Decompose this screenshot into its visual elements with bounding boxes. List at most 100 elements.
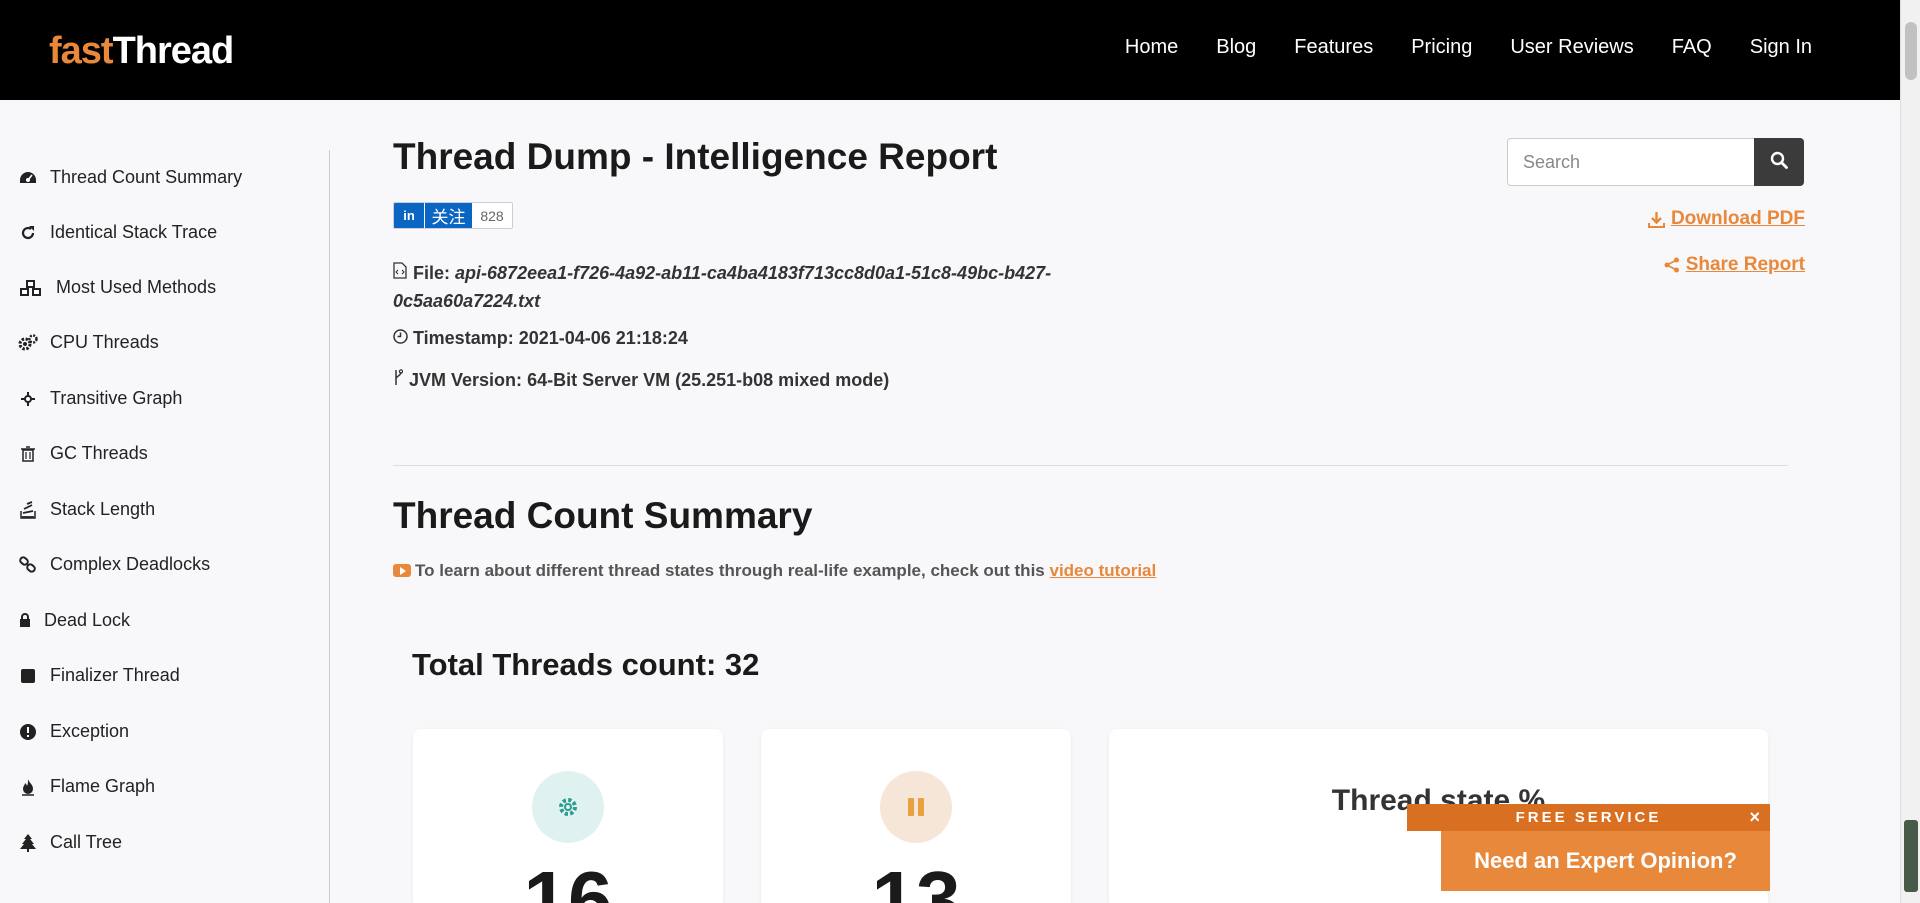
logo[interactable]: fastThread: [49, 30, 235, 73]
sidebar-item-call-tree[interactable]: Call Tree: [18, 832, 122, 853]
link-icon: [18, 555, 38, 575]
sidebar-item-cpu-threads[interactable]: CPU Threads: [18, 332, 159, 353]
code-fork-icon: [393, 369, 405, 391]
search-icon: [1770, 151, 1788, 174]
crosshair-icon: [18, 389, 38, 409]
fire-icon: [18, 777, 38, 797]
tutorial-text: To learn about different thread states t…: [415, 561, 1045, 580]
sidebar-item-label: Complex Deadlocks: [50, 554, 211, 574]
top-navbar: fastThread Home Blog Features Pricing Us…: [0, 0, 1900, 100]
thread-state-card-waiting[interactable]: 13: [761, 729, 1071, 903]
expert-opinion-button[interactable]: Need an Expert Opinion?: [1441, 831, 1770, 891]
sidebar-item-label: CPU Threads: [50, 332, 159, 352]
nav-home[interactable]: Home: [1125, 36, 1178, 59]
free-service-banner: FREE SERVICE ×: [1407, 804, 1770, 831]
sidebar-item-label: Transitive Graph: [50, 388, 183, 408]
gears-icon: [18, 333, 38, 353]
side-widget-tab[interactable]: [1904, 820, 1918, 892]
nav-faq[interactable]: FAQ: [1672, 36, 1712, 59]
tutorial-note: To learn about different thread states t…: [393, 561, 1156, 581]
stack-icon: [18, 500, 38, 520]
timestamp-label: Timestamp:: [413, 328, 514, 348]
linkedin-follow-label: 关注: [424, 203, 472, 228]
sidebar-item-thread-count-summary[interactable]: Thread Count Summary: [18, 167, 242, 188]
main-nav: Home Blog Features Pricing User Reviews …: [1087, 36, 1812, 59]
sidebar-item-gc-threads[interactable]: GC Threads: [18, 443, 148, 464]
file-name-line1: api-6872eea1-f726-4a92-ab11-ca4ba4183f71…: [455, 263, 1052, 283]
sidebar-item-stack-length[interactable]: Stack Length: [18, 499, 155, 520]
sidebar-item-flame-graph[interactable]: Flame Graph: [18, 776, 155, 797]
sidebar-item-exception[interactable]: Exception: [18, 721, 129, 742]
sidebar-item-label: Thread Count Summary: [50, 167, 243, 187]
lock-icon: [18, 611, 32, 631]
sidebar-item-label: Most Used Methods: [56, 277, 217, 297]
scrollbar-thumb[interactable]: [1905, 22, 1917, 80]
sidebar-item-label: Call Tree: [50, 832, 123, 852]
nav-pricing[interactable]: Pricing: [1411, 36, 1472, 59]
sidebar-item-most-used-methods[interactable]: Most Used Methods: [18, 277, 216, 298]
sidebar-item-label: Stack Length: [50, 499, 156, 519]
pause-icon: [880, 771, 952, 843]
share-icon: [1664, 257, 1680, 273]
total-threads-value: 32: [724, 647, 760, 682]
cubes-icon: [18, 278, 44, 298]
sidebar-item-label: Identical Stack Trace: [50, 222, 218, 242]
thread-state-count: 13: [871, 855, 961, 903]
sidebar-item-label: GC Threads: [50, 443, 148, 463]
square-icon: [18, 666, 38, 686]
nav-blog[interactable]: Blog: [1216, 36, 1256, 59]
total-threads-label: Total Threads count:: [412, 647, 717, 682]
free-service-label: FREE SERVICE: [1515, 809, 1662, 826]
timestamp-info: Timestamp: 2021-04-06 21:18:24: [393, 328, 688, 349]
thread-state-count: 16: [523, 855, 613, 903]
logo-part-thread: Thread: [112, 30, 235, 72]
linkedin-icon: in: [394, 203, 424, 228]
sidebar-item-label: Flame Graph: [50, 776, 156, 796]
clock-icon: [393, 328, 409, 349]
jvm-value: 64-Bit Server VM (25.251-b08 mixed mode): [527, 370, 890, 390]
nav-user-reviews[interactable]: User Reviews: [1510, 36, 1633, 59]
share-report-label: Share Report: [1685, 254, 1805, 275]
sidebar-item-label: Dead Lock: [44, 610, 131, 630]
share-report-link[interactable]: Share Report: [1664, 254, 1805, 276]
vertical-scrollbar[interactable]: [1900, 0, 1920, 903]
youtube-icon: [393, 564, 411, 577]
linkedin-follow-badge[interactable]: in 关注 828: [393, 202, 513, 229]
exclamation-icon: [18, 722, 38, 742]
gear-icon: [532, 771, 604, 843]
download-pdf-link[interactable]: Download PDF: [1647, 208, 1805, 230]
nav-sign-in[interactable]: Sign In: [1750, 36, 1812, 59]
file-code-icon: [393, 259, 409, 287]
sidebar-item-identical-stack-trace[interactable]: Identical Stack Trace: [18, 222, 217, 243]
search-input[interactable]: [1507, 138, 1754, 186]
total-threads-count: Total Threads count: 32: [412, 647, 759, 683]
download-icon: [1647, 211, 1665, 228]
video-tutorial-link[interactable]: video tutorial: [1049, 561, 1156, 580]
thread-state-card-runnable[interactable]: 16: [413, 729, 723, 903]
tree-icon: [18, 833, 38, 853]
trash-icon: [18, 444, 38, 464]
sidebar-item-label: Exception: [50, 721, 130, 741]
section-divider: [393, 465, 1788, 466]
sidebar-item-label: Finalizer Thread: [50, 665, 180, 685]
refresh-icon: [18, 223, 38, 243]
timestamp-value: 2021-04-06 21:18:24: [518, 328, 688, 348]
sidebar-item-complex-deadlocks[interactable]: Complex Deadlocks: [18, 554, 210, 575]
file-label: File:: [413, 263, 451, 283]
search-button[interactable]: [1754, 138, 1804, 186]
search-box: [1507, 138, 1804, 186]
dashboard-icon: [18, 168, 38, 188]
file-name-line2: 0c5aa60a7224.txt: [393, 291, 541, 311]
logo-part-fast: fast: [49, 30, 114, 72]
sidebar-item-dead-lock[interactable]: Dead Lock: [18, 610, 130, 631]
file-info: File: api-6872eea1-f726-4a92-ab11-ca4ba4…: [393, 259, 1051, 315]
page-title: Thread Dump - Intelligence Report: [393, 136, 998, 177]
jvm-version-info: JVM Version: 64-Bit Server VM (25.251-b0…: [393, 369, 889, 391]
sidebar-item-finalizer-thread[interactable]: Finalizer Thread: [18, 665, 180, 686]
close-icon[interactable]: ×: [1749, 804, 1760, 831]
sidebar-item-transitive-graph[interactable]: Transitive Graph: [18, 388, 182, 409]
section-heading-thread-count-summary: Thread Count Summary: [393, 495, 813, 536]
nav-features[interactable]: Features: [1294, 36, 1373, 59]
linkedin-follower-count: 828: [472, 203, 512, 228]
jvm-label: JVM Version:: [409, 370, 523, 390]
